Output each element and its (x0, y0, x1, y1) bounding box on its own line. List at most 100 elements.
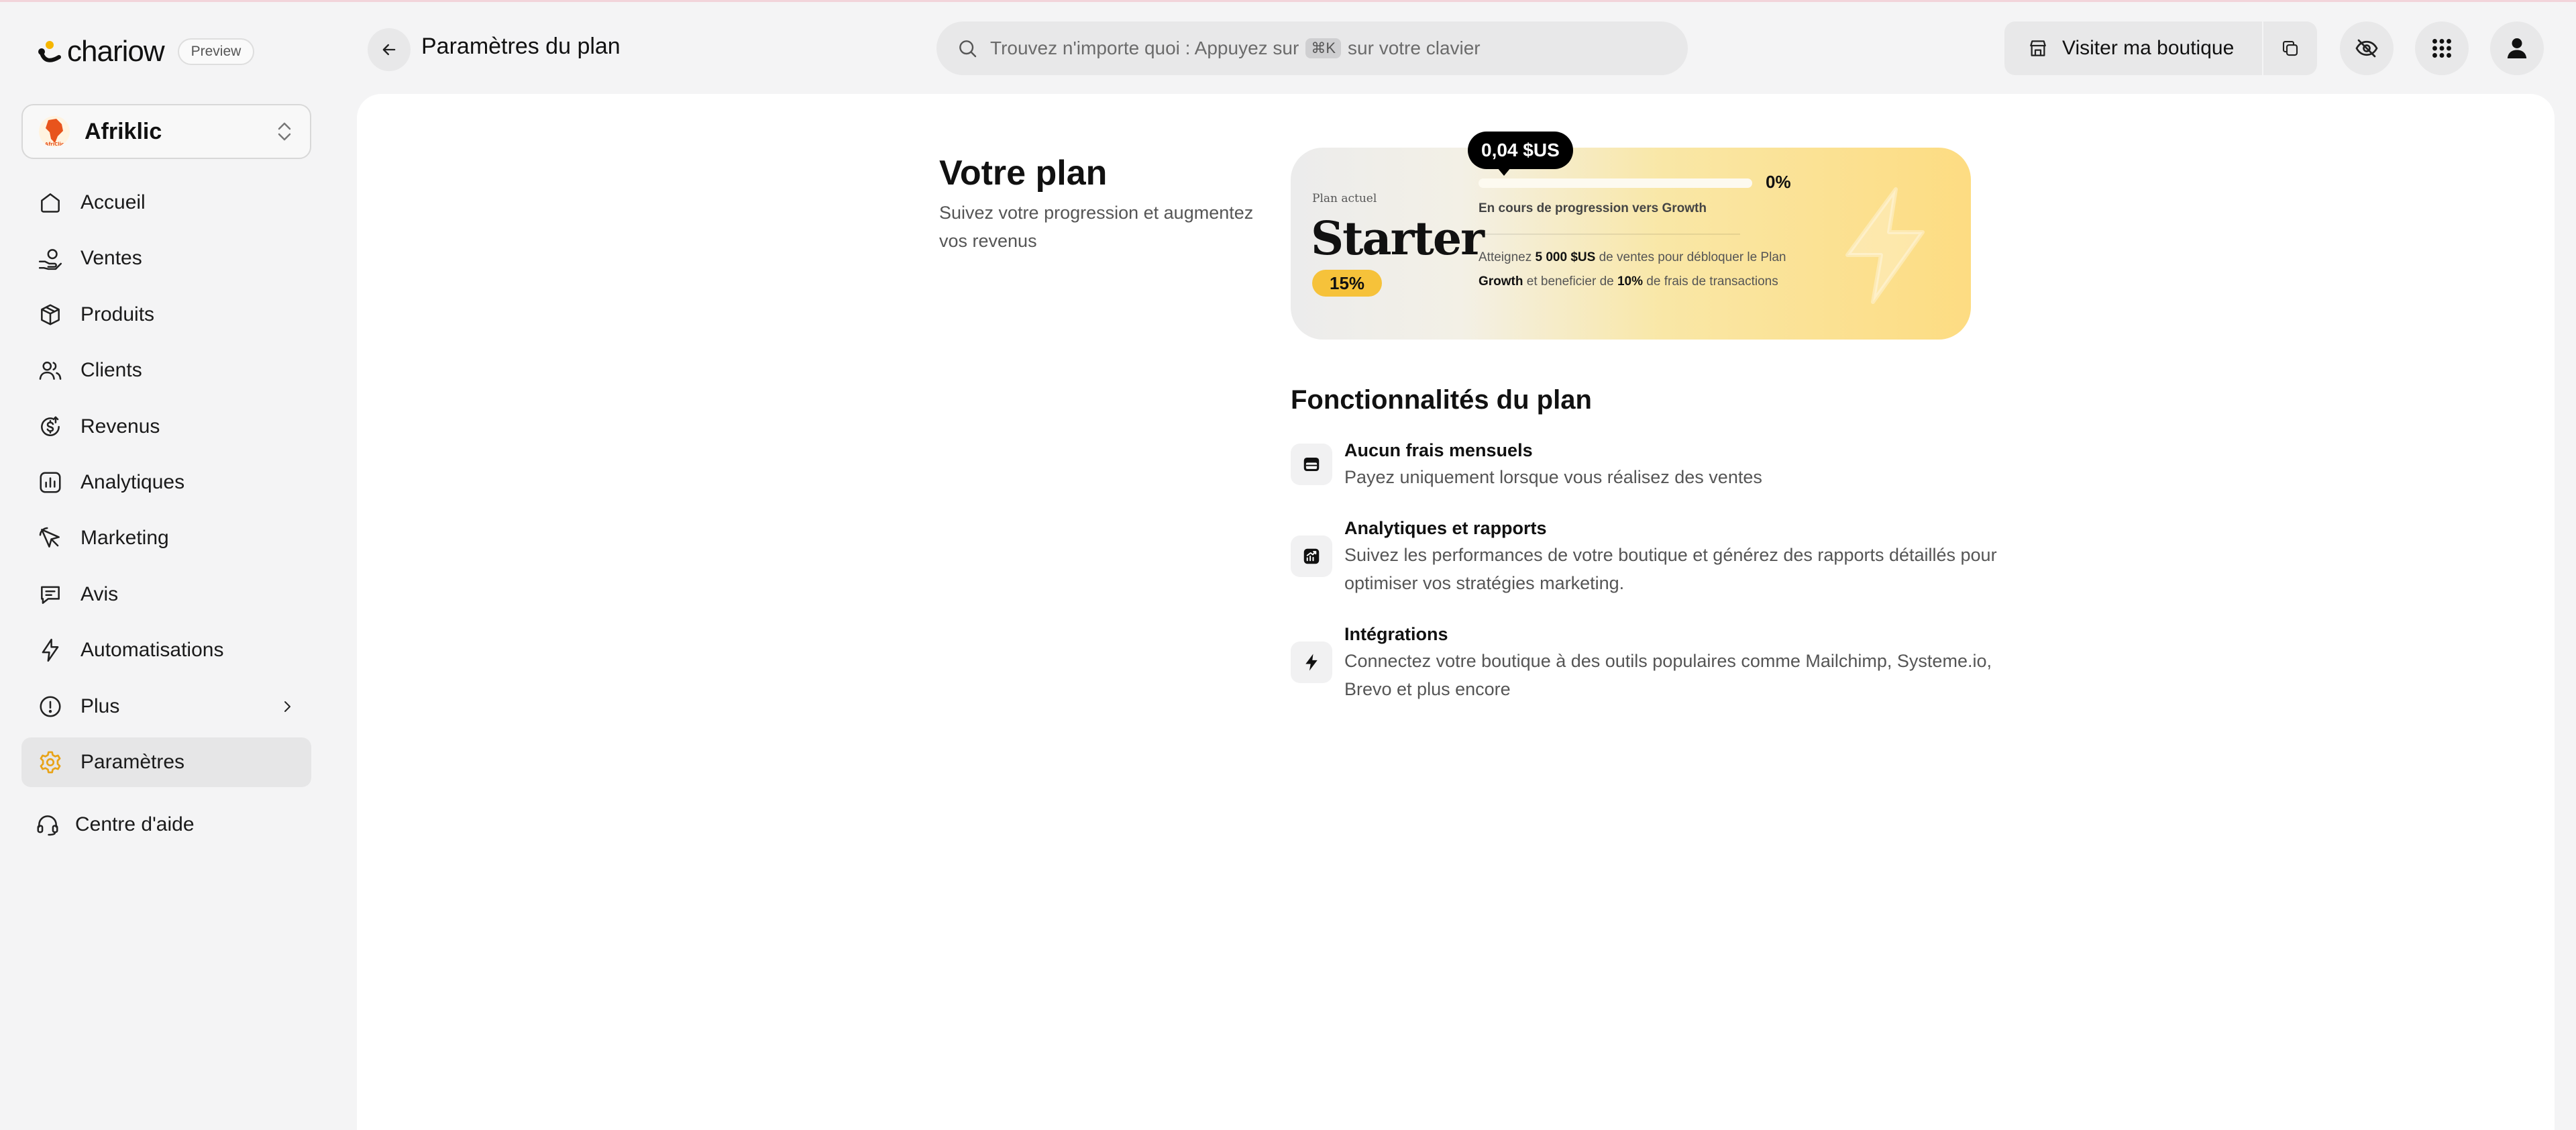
sidebar-item-avis[interactable]: Avis (21, 570, 311, 619)
feature-text: Analytiques et rapports Suivez les perfo… (1344, 515, 2002, 597)
page-title: Paramètres du plan (421, 34, 621, 59)
sidebar-item-clients[interactable]: Clients (21, 346, 311, 395)
sidebar-item-label: Automatisations (80, 639, 224, 662)
next-plan-name: Growth (1479, 274, 1523, 289)
sidebar-item-parametres[interactable]: Paramètres (21, 737, 311, 787)
storefront-icon (2030, 40, 2046, 56)
info-circle-icon (40, 695, 61, 717)
lightning-decoration-icon (1845, 187, 1925, 304)
sidebar-item-marketing[interactable]: Marketing (21, 513, 311, 563)
progress-bar (1479, 178, 1752, 188)
top-accent-line (0, 0, 2576, 2)
sidebar-item-label: Paramètres (80, 750, 185, 773)
next-plan-fee: 10% (1617, 274, 1644, 289)
money-hand-icon (38, 249, 62, 270)
shop-name: Afriklic (85, 118, 162, 144)
features-title: Fonctionnalités du plan (1291, 385, 1592, 415)
logo-text: chariow (67, 35, 165, 68)
plan-heading: Votre plan (939, 154, 1108, 193)
feature-description: Payez uniquement lorsque vous réalisez d… (1344, 467, 1762, 487)
sidebar-item-label: Accueil (80, 191, 146, 213)
copy-icon (2282, 40, 2298, 56)
lightning-icon (42, 639, 59, 662)
feature-title: Aucun frais mensuels (1344, 440, 1533, 460)
sidebar-nav: Accueil Ventes Produits Clients Revenus … (21, 178, 311, 793)
chariow-logo[interactable]: chariow Preview (36, 35, 255, 68)
unlock-amount: 5 000 $US (1535, 250, 1596, 264)
pointer-icon (39, 527, 60, 548)
sidebar-item-help[interactable]: Centre d'aide (21, 800, 311, 850)
sidebar-item-plus[interactable]: Plus (21, 682, 311, 731)
sidebar-item-label: Produits (80, 303, 155, 325)
sidebar-item-ventes[interactable]: Ventes (21, 234, 311, 283)
unlock-text: de frais de transactions (1646, 274, 1778, 289)
unlock-text: de ventes pour débloquer le Plan (1599, 250, 1786, 264)
bar-chart-icon (40, 472, 61, 493)
current-plan-card: Plan actuel Starter 15% 0% En cours de p… (1291, 148, 1971, 340)
wallet-icon (1303, 458, 1320, 471)
unlock-text: Atteignez (1479, 250, 1532, 264)
back-button[interactable] (368, 28, 411, 71)
sales-amount-tooltip: 0,04 $US (1468, 132, 1573, 176)
sidebar-item-analytiques[interactable]: Analytiques (21, 458, 311, 507)
plan-subheading: Suivez votre progression et augmentez vo… (939, 203, 1254, 251)
sidebar-item-label: Avis (80, 582, 119, 605)
lightning-icon (1305, 654, 1318, 671)
feature-description: Suivez les performances de votre boutiqu… (1344, 545, 1997, 593)
sidebar-item-produits[interactable]: Produits (21, 290, 311, 340)
divider (1479, 234, 1740, 235)
plan-name: Starter (1311, 212, 1485, 266)
search-text-after: sur votre clavier (1348, 38, 1481, 58)
feature-title: Analytiques et rapports (1344, 518, 1547, 538)
dollar-circle-icon (41, 416, 60, 436)
eye-off-icon (2355, 39, 2378, 58)
feature-title: Intégrations (1344, 624, 1448, 644)
feature-item-no-monthly-fee: Aucun frais mensuels Payez uniquement lo… (1291, 438, 2002, 491)
feature-item-integrations: Intégrations Connectez votre boutique à … (1291, 621, 2002, 703)
svg-text:AfriClic: AfriClic (45, 142, 64, 147)
feature-text: Intégrations Connectez votre boutique à … (1344, 621, 2002, 703)
unlock-description: Atteignez 5 000 $US de ventes pour déblo… (1479, 246, 1814, 294)
sidebar-item-accueil[interactable]: Accueil (21, 178, 311, 227)
message-icon (41, 586, 60, 604)
sidebar-item-label: Plus (80, 695, 120, 717)
users-icon (39, 362, 62, 380)
gear-icon (40, 751, 61, 774)
visit-shop-button[interactable]: Visiter ma boutique (2004, 21, 2262, 75)
sidebar-item-label: Analytiques (80, 470, 185, 493)
headset-icon (37, 815, 58, 836)
user-icon (2507, 38, 2527, 58)
search-icon (959, 40, 977, 58)
visit-shop-group: Visiter ma boutique (2004, 21, 2317, 75)
copy-link-button[interactable] (2263, 21, 2317, 75)
search-text-before: Trouvez n'importe quoi : Appuyez sur (990, 38, 1299, 58)
feature-item-analytics: Analytiques et rapports Suivez les perfo… (1291, 515, 2002, 597)
grid-icon (2432, 39, 2451, 58)
sidebar-item-label: Clients (80, 359, 142, 382)
shop-avatar: AfriClic (39, 116, 70, 147)
chart-up-icon (1303, 548, 1320, 564)
shortcut-key: ⌘K (1305, 38, 1342, 58)
help-label: Centre d'aide (75, 813, 195, 835)
feature-description: Connectez votre boutique à des outils po… (1344, 651, 1992, 699)
chevron-right-icon (284, 701, 290, 712)
plan-fee-badge: 15% (1312, 270, 1383, 297)
home-icon (41, 193, 60, 213)
shop-selector[interactable]: AfriClic Afriklic (21, 104, 311, 159)
chariow-logo-icon (36, 37, 63, 66)
sidebar-item-label: Revenus (80, 415, 160, 438)
sidebar-item-label: Marketing (80, 527, 169, 550)
hide-values-button[interactable] (2340, 21, 2394, 75)
feature-text: Aucun frais mensuels Payez uniquement lo… (1344, 438, 1762, 491)
sidebar-item-revenus[interactable]: Revenus (21, 402, 311, 452)
preview-badge: Preview (177, 38, 255, 65)
current-plan-label: Plan actuel (1312, 192, 1377, 205)
user-profile-button[interactable] (2490, 21, 2544, 75)
apps-grid-button[interactable] (2415, 21, 2469, 75)
search-bar[interactable]: Trouvez n'importe quoi : Appuyez sur ⌘K … (936, 21, 1688, 75)
feature-icon (1291, 535, 1332, 577)
feature-icon (1291, 641, 1332, 683)
search-placeholder: Trouvez n'importe quoi : Appuyez sur ⌘K … (990, 38, 1481, 59)
sidebar-item-automatisations[interactable]: Automatisations (21, 625, 311, 675)
progress-label: En cours de progression vers Growth (1479, 201, 1707, 215)
